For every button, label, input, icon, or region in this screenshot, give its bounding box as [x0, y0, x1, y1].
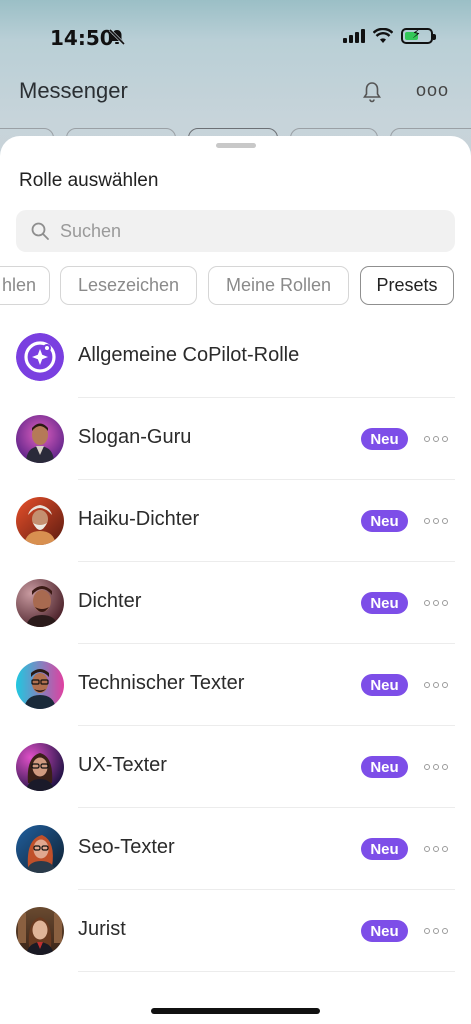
filter-chip-meine-rollen[interactable]: Meine Rollen	[208, 266, 349, 305]
sheet-title: Rolle auswählen	[19, 170, 159, 191]
copilot-logo-icon	[16, 333, 64, 381]
role-item-seo-texter[interactable]: Seo-Texter Neu	[0, 808, 471, 890]
avatar-portrait	[16, 415, 64, 463]
bell-icon[interactable]	[360, 80, 384, 104]
status-bar: 14:50 ⚡	[0, 0, 471, 70]
more-options-icon[interactable]	[424, 757, 452, 777]
avatar-portrait	[16, 497, 64, 545]
charging-bolt-icon: ⚡	[412, 27, 422, 42]
more-options-icon[interactable]	[424, 511, 452, 531]
filter-chip-presets[interactable]: Presets	[360, 266, 454, 305]
role-item-ux-texter[interactable]: UX-Texter Neu	[0, 726, 471, 808]
role-name: Allgemeine CoPilot-Rolle	[78, 344, 300, 366]
filter-chip-lesezeichen[interactable]: Lesezeichen	[60, 266, 197, 305]
role-item-jurist[interactable]: Jurist Neu	[0, 890, 471, 972]
home-indicator[interactable]	[151, 1008, 320, 1014]
new-badge: Neu	[361, 428, 408, 450]
new-badge: Neu	[361, 592, 408, 614]
signal-icon	[343, 29, 365, 43]
role-item-haiku-dichter[interactable]: Haiku-Dichter Neu	[0, 480, 471, 562]
role-name: Haiku-Dichter	[78, 508, 200, 530]
search-bar[interactable]	[16, 210, 455, 252]
new-badge: Neu	[361, 510, 408, 532]
avatar-portrait	[16, 825, 64, 873]
search-input[interactable]	[60, 220, 440, 242]
more-options-icon[interactable]	[424, 429, 452, 449]
avatar-portrait	[16, 743, 64, 791]
role-name: Jurist	[78, 918, 126, 940]
role-name: Slogan-Guru	[78, 426, 192, 448]
new-badge: Neu	[361, 920, 408, 942]
role-name: UX-Texter	[78, 754, 167, 776]
more-options-icon[interactable]	[424, 839, 452, 859]
status-indicators: ⚡	[343, 27, 436, 44]
status-time: 14:50	[50, 26, 114, 50]
filter-chip-partial[interactable]: hlen	[0, 266, 50, 305]
sheet-grabber[interactable]	[216, 143, 256, 148]
role-name: Dichter	[78, 590, 142, 612]
new-badge: Neu	[361, 756, 408, 778]
role-item-allgemeine-copilot-rolle[interactable]: Allgemeine CoPilot-Rolle	[0, 316, 471, 398]
role-item-technischer-texter[interactable]: Technischer Texter Neu	[0, 644, 471, 726]
role-name: Seo-Texter	[78, 836, 175, 858]
avatar-portrait	[16, 907, 64, 955]
battery-icon: ⚡	[401, 27, 436, 44]
avatar-portrait	[16, 579, 64, 627]
new-badge: Neu	[361, 838, 408, 860]
more-options-icon[interactable]	[424, 593, 452, 613]
more-options-icon[interactable]	[424, 675, 452, 695]
role-picker-sheet: Rolle auswählen hlen Lesezeichen Meine R…	[0, 136, 471, 1024]
role-item-dichter[interactable]: Dichter Neu	[0, 562, 471, 644]
role-name: Technischer Texter	[78, 672, 245, 694]
bell-off-icon	[108, 28, 126, 46]
filter-chips: hlen Lesezeichen Meine Rollen Presets	[0, 266, 471, 306]
avatar-portrait	[16, 661, 64, 709]
row-divider	[78, 971, 455, 972]
search-icon	[31, 222, 49, 240]
app-title: Messenger	[19, 78, 128, 103]
role-item-slogan-guru[interactable]: Slogan-Guru Neu	[0, 398, 471, 480]
more-options-icon[interactable]	[424, 921, 452, 941]
more-icon[interactable]: ooo	[416, 80, 449, 101]
wifi-icon	[373, 28, 393, 43]
new-badge: Neu	[361, 674, 408, 696]
